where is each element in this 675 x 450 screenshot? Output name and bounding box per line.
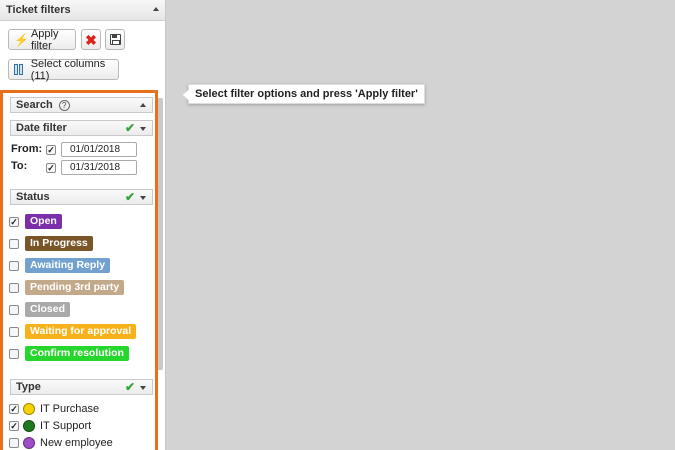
- filter-options-box: Search ? Date filter ✔ From: 01/01/2018 …: [0, 90, 158, 450]
- type-section-header[interactable]: Type ✔: [10, 379, 153, 395]
- status-checkbox-in-progress[interactable]: [9, 239, 19, 249]
- save-filter-button[interactable]: [105, 29, 125, 50]
- chevron-down-icon[interactable]: [140, 196, 146, 200]
- close-icon: ✖: [85, 31, 97, 48]
- type-checkbox-new-employee[interactable]: [9, 438, 19, 448]
- status-badge-awaiting-reply[interactable]: Awaiting Reply: [25, 258, 111, 273]
- collapse-caret-icon[interactable]: [140, 103, 146, 107]
- status-checkbox-closed[interactable]: [9, 305, 19, 315]
- select-columns-label: Select columns (11): [30, 57, 106, 82]
- status-title: Status: [16, 191, 50, 203]
- green-circle-icon: [23, 420, 35, 432]
- chevron-down-icon[interactable]: [140, 386, 146, 390]
- date-filter-header[interactable]: Date filter ✔: [10, 120, 153, 136]
- date-filter-title: Date filter: [16, 122, 67, 134]
- apply-filter-label: Apply filter: [30, 27, 59, 52]
- collapse-caret-icon[interactable]: [153, 7, 159, 11]
- status-badge-in-progress[interactable]: In Progress: [25, 236, 93, 251]
- status-checkbox-confirm-resolution[interactable]: [9, 349, 19, 359]
- type-checkbox-it-support[interactable]: [9, 421, 19, 431]
- select-columns-button[interactable]: Select columns (11): [8, 57, 119, 82]
- panel-title: Ticket filters: [6, 4, 71, 16]
- from-date-input[interactable]: 01/01/2018: [61, 142, 137, 157]
- status-checkbox-awaiting-reply[interactable]: [9, 261, 19, 271]
- status-section-header[interactable]: Status ✔: [10, 189, 153, 205]
- to-label: To:: [11, 160, 28, 172]
- check-icon: ✔: [124, 380, 135, 394]
- ticket-filters-panel: Ticket filters ⚡ Apply filter ✖ Select c…: [0, 0, 166, 450]
- type-label-it-purchase: IT Purchase: [40, 403, 100, 415]
- from-date-checkbox[interactable]: [46, 145, 56, 155]
- search-title: Search: [16, 99, 53, 111]
- lightning-icon: ⚡: [14, 32, 29, 47]
- from-label: From:: [11, 143, 43, 155]
- type-label-new-employee: New employee: [40, 437, 113, 449]
- filter-hint-tooltip: Select filter options and press 'Apply f…: [182, 84, 425, 104]
- status-checkbox-waiting-for-approval[interactable]: [9, 327, 19, 337]
- apply-filter-button[interactable]: ⚡ Apply filter: [8, 27, 76, 52]
- status-badge-confirm-resolution[interactable]: Confirm resolution: [25, 346, 129, 361]
- status-badge-open[interactable]: Open: [25, 214, 62, 229]
- yellow-circle-icon: [23, 403, 35, 415]
- status-badge-closed[interactable]: Closed: [25, 302, 71, 317]
- chevron-down-icon[interactable]: [140, 127, 146, 131]
- check-icon: ✔: [124, 190, 135, 204]
- status-badge-pending-3rd-party[interactable]: Pending 3rd party: [25, 280, 125, 295]
- panel-header[interactable]: Ticket filters: [0, 0, 165, 21]
- type-label-it-support: IT Support: [40, 420, 92, 432]
- columns-icon: [14, 64, 27, 75]
- status-checkbox-open[interactable]: [9, 217, 19, 227]
- to-date-input[interactable]: 01/31/2018: [61, 160, 137, 175]
- floppy-disk-icon: [109, 34, 121, 45]
- help-icon[interactable]: ?: [58, 99, 70, 111]
- to-date-checkbox[interactable]: [46, 163, 56, 173]
- status-checkbox-pending-3rd-party[interactable]: [9, 283, 19, 293]
- type-title: Type: [16, 381, 41, 393]
- clear-filter-button[interactable]: ✖: [81, 29, 101, 50]
- status-badge-waiting-for-approval[interactable]: Waiting for approval: [25, 324, 137, 339]
- search-section-header[interactable]: Search ?: [10, 97, 153, 113]
- check-icon: ✔: [124, 121, 135, 135]
- purple-circle-icon: [23, 437, 35, 449]
- type-checkbox-it-purchase[interactable]: [9, 404, 19, 414]
